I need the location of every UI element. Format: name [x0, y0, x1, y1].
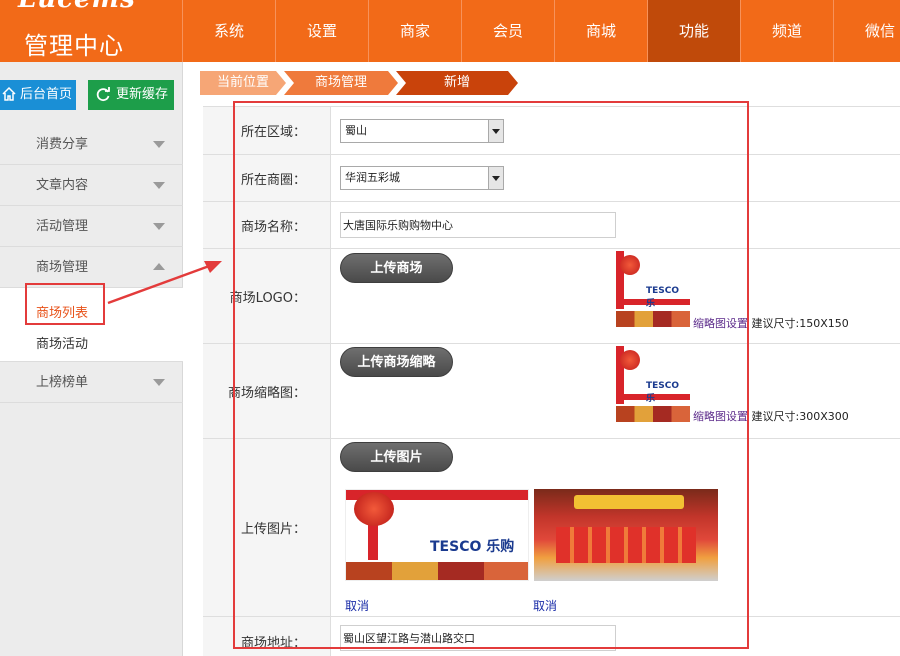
logo-thumbnail: TESCO 乐 [616, 251, 690, 327]
nav-item-mall[interactable]: 商城 [554, 0, 647, 62]
field-label: 商场LOGO： [203, 249, 331, 343]
nav-item-channels[interactable]: 频道 [740, 0, 833, 62]
form-row-thumbnail: 商场缩略图： 上传商场缩略图 TESCO 乐 缩略图设置 建议尺寸:300X30… [203, 344, 900, 439]
breadcrumb-mall-management[interactable]: 商场管理 [284, 71, 398, 95]
refresh-cache-button[interactable]: 更新缓存 [88, 80, 174, 110]
form-row-logo: 商场LOGO： 上传商场LOGO TESCO 乐 缩略图设置 建议尺寸:150X… [203, 249, 900, 344]
field-value [331, 617, 900, 656]
region-select-value: 蜀山 [345, 124, 367, 137]
submenu-item-mall-list[interactable]: 商场列表 [36, 302, 88, 321]
chevron-down-icon [153, 182, 165, 189]
sidebar-item-activities[interactable]: 活动管理 [0, 206, 183, 247]
uploaded-image-2 [534, 489, 718, 581]
thumbnail-settings-link[interactable]: 缩略图设置 [693, 410, 748, 423]
home-button-label: 后台首页 [20, 87, 73, 102]
sidebar-item-label: 商场管理 [36, 260, 89, 275]
field-value: 蜀山 [331, 107, 900, 154]
mall-thumbnail: TESCO 乐 [616, 346, 690, 422]
field-label: 所在区域： [203, 107, 331, 154]
form-row-region: 所在区域： 蜀山 [203, 107, 900, 155]
breadcrumb-current-position: 当前位置 [200, 71, 286, 95]
thumb-brand-text: TESCO 乐 [646, 381, 680, 404]
field-value: 华润五彩城 [331, 155, 900, 201]
field-value: 上传商场缩略图 TESCO 乐 缩略图设置 建议尺寸:300X300 [331, 344, 900, 438]
sidebar-item-label: 活动管理 [36, 219, 89, 234]
form-row-images: 上传图片： 上传图片 TESCO 乐购 取消 取消 [203, 439, 900, 617]
cancel-image-1-link[interactable]: 取消 [345, 597, 369, 614]
form-row-name: 商场名称： [203, 202, 900, 249]
sidebar-item-mall-management[interactable]: 商场管理 [0, 247, 183, 288]
field-label: 上传图片： [203, 439, 331, 616]
sidebar-item-label: 消费分享 [36, 137, 89, 152]
field-label: 商场名称： [203, 202, 331, 248]
nav-item-settings[interactable]: 设置 [275, 0, 368, 62]
sidebar-item-rankings[interactable]: 上榜榜单 [0, 362, 183, 403]
upload-thumbnail-button[interactable]: 上传商场缩略图 [340, 347, 453, 400]
field-label: 所在商圈： [203, 155, 331, 201]
brand-area: Lucems 管理中心 [0, 0, 182, 62]
nav-item-members[interactable]: 会员 [461, 0, 554, 62]
home-icon [2, 86, 16, 101]
field-value: 上传商场LOGO TESCO 乐 缩略图设置 建议尺寸:150X150 [331, 249, 900, 343]
nav-item-functions[interactable]: 功能 [647, 0, 740, 62]
district-select-value: 华润五彩城 [345, 171, 400, 184]
ribbon-bow-icon [354, 492, 394, 526]
sidebar-item-consumption-share[interactable]: 消费分享 [0, 124, 183, 165]
mall-submenu: 商场列表 商场活动 [0, 288, 183, 362]
ribbon-bow-icon [620, 350, 640, 370]
mall-form: 所在区域： 蜀山 所在商圈： 华润五彩城 商场名称： 商场LOGO： 上传商场L… [203, 106, 900, 656]
thumbnail-size-note: 缩略图设置 建议尺寸:300X300 [693, 408, 849, 424]
ribbon-bow-icon [620, 255, 640, 275]
breadcrumb-new: 新增 [396, 71, 518, 95]
mall-address-input[interactable] [340, 625, 616, 651]
thumbnail-size-hint: 建议尺寸:300X300 [751, 410, 849, 423]
brand-title: 管理中心 [24, 32, 124, 60]
brand-logo: Lucems [18, 0, 136, 14]
dropdown-arrow-icon [488, 167, 503, 189]
image-brand-text: TESCO 乐购 [430, 539, 515, 555]
uploaded-image-1: TESCO 乐购 [345, 489, 529, 581]
submenu-item-mall-activities[interactable]: 商场活动 [36, 333, 88, 352]
sidebar-menu: 消费分享 文章内容 活动管理 商场管理 商场列表 商场活动 上榜榜单 [0, 124, 183, 403]
field-label: 商场地址： [203, 617, 331, 656]
refresh-cache-label: 更新缓存 [116, 87, 169, 102]
chevron-up-icon [153, 263, 165, 270]
nav-item-wechat[interactable]: 微信 [833, 0, 900, 62]
region-select[interactable]: 蜀山 [340, 119, 504, 143]
home-button[interactable]: 后台首页 [0, 80, 76, 110]
nav-item-system[interactable]: 系统 [182, 0, 275, 62]
logo-size-hint: 建议尺寸:150X150 [751, 317, 849, 330]
form-row-address: 商场地址： [203, 617, 900, 656]
top-header: Lucems 管理中心 系统 设置 商家 会员 商城 功能 频道 微信 [0, 0, 900, 62]
upload-images-button[interactable]: 上传图片 [340, 442, 453, 472]
chevron-down-icon [153, 141, 165, 148]
form-row-district: 所在商圈： 华润五彩城 [203, 155, 900, 202]
cancel-image-2-link[interactable]: 取消 [533, 597, 557, 614]
field-value: 上传图片 TESCO 乐购 取消 取消 [331, 439, 900, 616]
chevron-down-icon [153, 379, 165, 386]
nav-item-merchants[interactable]: 商家 [368, 0, 461, 62]
sidebar: 后台首页 更新缓存 消费分享 文章内容 活动管理 商场管理 商场列表 商场活动 … [0, 62, 183, 656]
chevron-down-icon [153, 223, 165, 230]
field-value [331, 202, 900, 248]
sidebar-buttons: 后台首页 更新缓存 [0, 80, 183, 110]
top-nav: 系统 设置 商家 会员 商城 功能 频道 微信 [182, 0, 900, 62]
upload-logo-button[interactable]: 上传商场LOGO [340, 253, 453, 306]
refresh-icon [96, 87, 110, 102]
field-label: 商场缩略图： [203, 344, 331, 438]
mall-name-input[interactable] [340, 212, 616, 238]
logo-size-note: 缩略图设置 建议尺寸:150X150 [693, 315, 849, 331]
logo-thumbnail-settings-link[interactable]: 缩略图设置 [693, 317, 748, 330]
sidebar-item-articles[interactable]: 文章内容 [0, 165, 183, 206]
dropdown-arrow-icon [488, 120, 503, 142]
thumb-brand-text: TESCO 乐 [646, 286, 680, 309]
sidebar-item-label: 文章内容 [36, 178, 89, 193]
district-select[interactable]: 华润五彩城 [340, 166, 504, 190]
sidebar-item-label: 上榜榜单 [36, 375, 89, 390]
